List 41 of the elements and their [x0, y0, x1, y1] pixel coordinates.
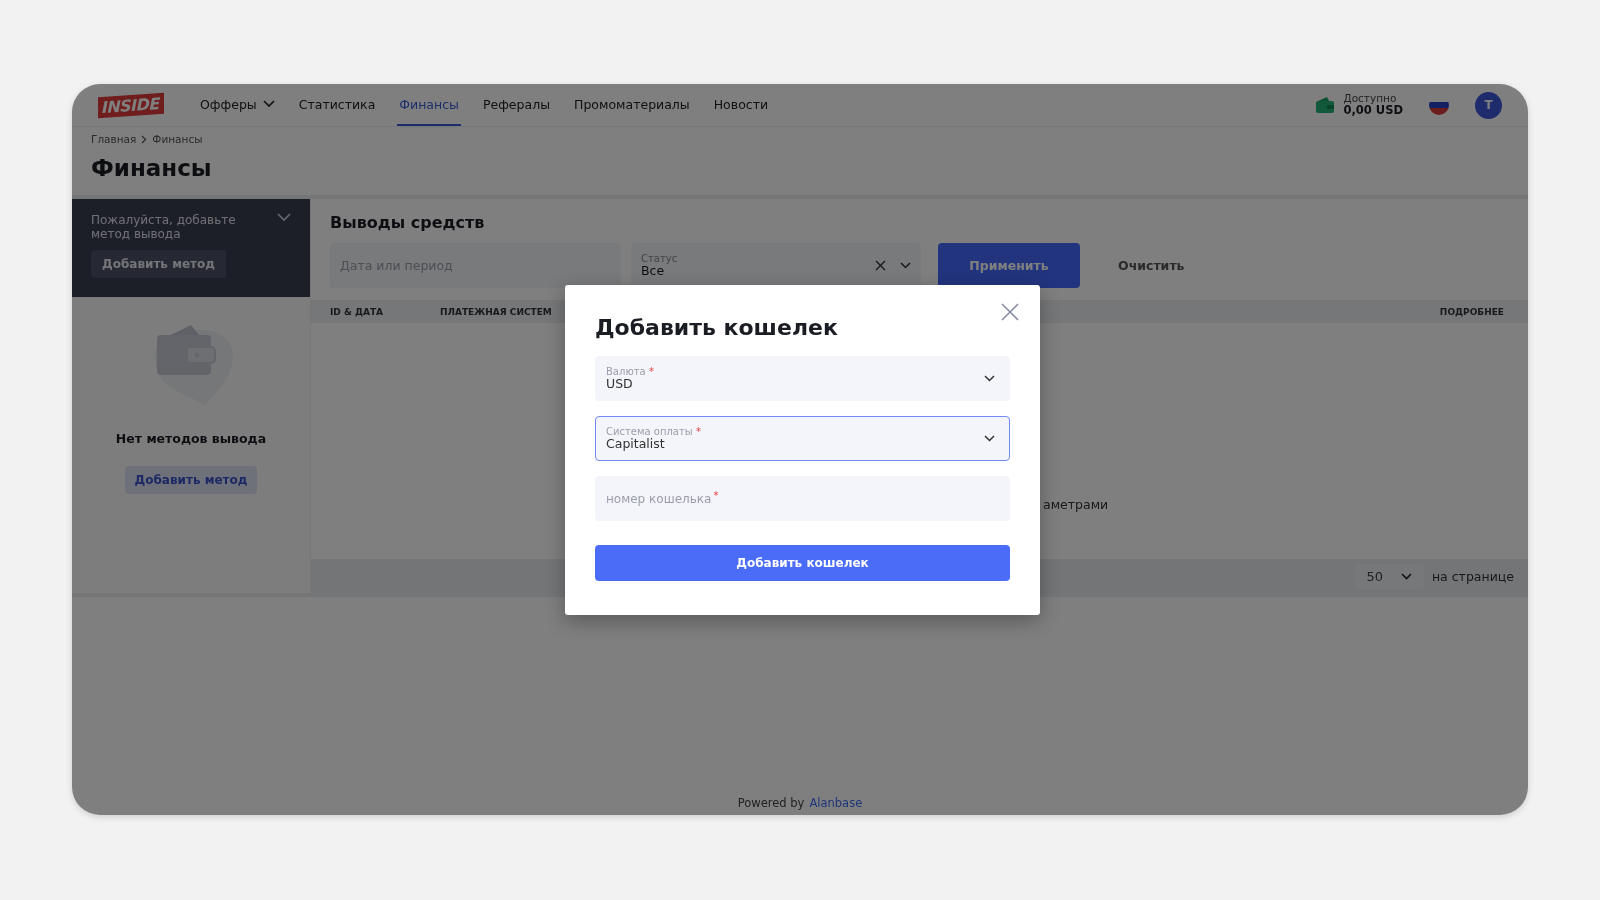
close-icon[interactable] [1000, 302, 1020, 322]
column-header: ПЛАТЕЖНАЯ СИСТЕМ [440, 306, 552, 317]
breadcrumb-link[interactable]: Главная [91, 133, 137, 145]
add-wallet-button[interactable]: Добавить кошелек [595, 545, 1010, 581]
required-mark: * [713, 490, 719, 501]
breadcrumb-link[interactable]: Финансы [152, 133, 203, 145]
select-field[interactable]: Валюта * USD [595, 356, 1010, 401]
nav-tab[interactable]: Рефералы [480, 84, 552, 126]
nav-tab[interactable]: Статистика [296, 84, 378, 126]
page-size-label: на странице [1431, 568, 1514, 584]
select-field[interactable]: Система оплаты * Capitalist [595, 416, 1010, 461]
balance-label: Доступно [1343, 92, 1397, 105]
wallet-icon [1315, 96, 1336, 114]
balance-amount: 0,00 USD [1343, 104, 1403, 118]
page-title: Финансы [91, 155, 213, 181]
apply-button[interactable]: Применить [938, 243, 1080, 288]
footer-link[interactable]: Alanbase [809, 796, 863, 810]
add-method-button[interactable]: Добавить метод [91, 249, 226, 278]
empty-message: аметрами [1043, 497, 1109, 512]
chevron-down-icon [984, 375, 995, 382]
chevron-down-icon[interactable] [277, 213, 291, 222]
clear-icon[interactable] [875, 260, 886, 271]
column-header: ID & ДАТА [330, 306, 385, 317]
section-title: Выводы средств [330, 213, 486, 232]
nav-tab[interactable]: Финансы [397, 84, 461, 126]
clear-button[interactable]: Очистить [1112, 257, 1191, 274]
nav-tab[interactable]: Офферы [198, 84, 277, 126]
add-method-button[interactable]: Добавить метод [124, 466, 258, 494]
nav-tab[interactable]: Новости [711, 84, 771, 126]
notice-text: Пожалуйста, добавьте метод вывода [91, 213, 237, 242]
logo[interactable]: INSIDE [98, 92, 165, 118]
chevron-down-icon [900, 262, 911, 269]
chevron-down-icon [1400, 572, 1412, 580]
chevron-right-icon [141, 134, 148, 144]
column-header: ПОДРОБНЕЕ [1439, 306, 1504, 317]
modal-title: Добавить кошелек [595, 315, 838, 340]
avatar[interactable]: T [1475, 91, 1502, 119]
chevron-down-icon [984, 435, 995, 442]
nav-tab[interactable]: Промоматериалы [572, 84, 692, 126]
empty-message: Нет методов вывода [115, 431, 267, 446]
footer-text: Powered by [737, 796, 805, 810]
